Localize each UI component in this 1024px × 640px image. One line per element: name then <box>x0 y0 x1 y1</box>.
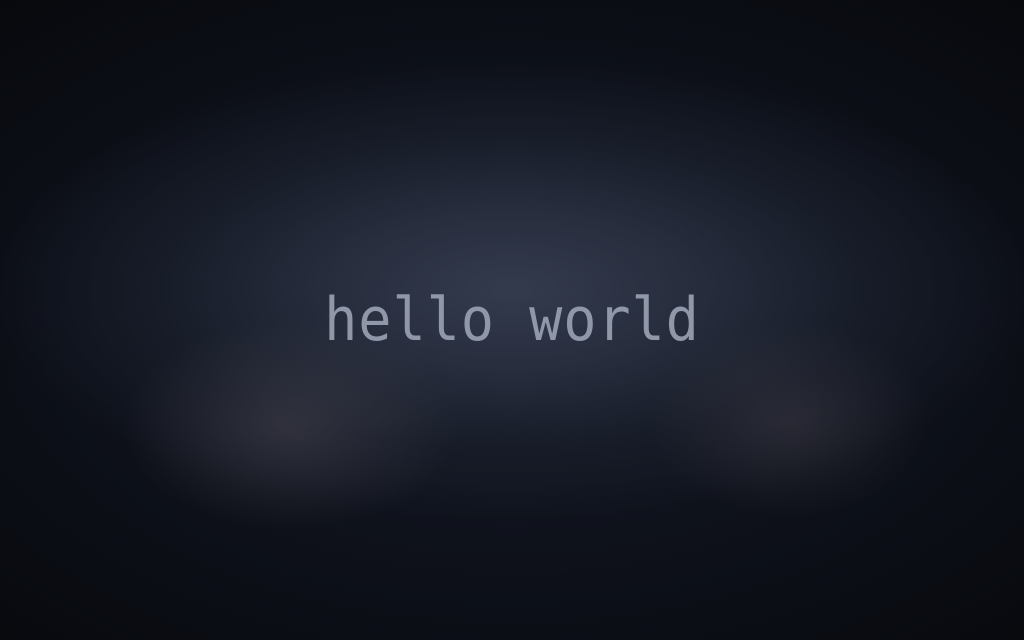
wallpaper-text: hello world <box>324 285 700 355</box>
desktop-wallpaper: hello world <box>0 0 1024 640</box>
